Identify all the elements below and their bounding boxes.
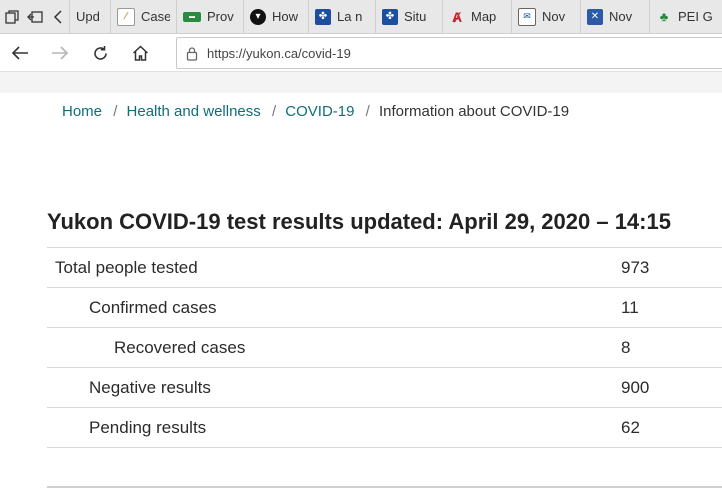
page-title: Yukon COVID-19 test results updated: Apr… <box>47 209 671 234</box>
set-tabs-aside-icon[interactable] <box>23 0 46 33</box>
tab-actions-icon[interactable] <box>0 0 23 33</box>
row-label: Pending results <box>47 407 621 448</box>
breadcrumb-link-covid-19[interactable]: COVID-19 <box>285 103 354 120</box>
tab-title: Prov <box>207 9 234 24</box>
browser-tab[interactable]: ⁄ Case <box>110 0 176 33</box>
row-value: 900 <box>621 367 722 408</box>
green-banner-icon: ▬ <box>183 11 201 22</box>
lock-icon[interactable] <box>177 46 207 61</box>
row-value: 973 <box>621 247 722 288</box>
tab-title: How <box>272 9 299 24</box>
ontario-trillium-icon: ▾ <box>250 8 266 25</box>
quebec-fleur-de-lis-icon: ✤ <box>382 8 398 25</box>
forward-arrow-icon[interactable] <box>46 40 74 66</box>
document-icon: ⁄ <box>117 7 135 26</box>
browser-tab[interactable]: Upd <box>69 0 110 33</box>
row-label: Negative results <box>47 367 621 408</box>
browser-tab[interactable]: Ⱥ Map <box>442 0 511 33</box>
tab-title: Nov <box>609 9 633 24</box>
address-bar[interactable]: https://yukon.ca/covid-19 <box>176 37 722 69</box>
back-arrow-icon[interactable] <box>6 40 34 66</box>
tab-title: Upd <box>76 9 100 24</box>
browser-tab[interactable]: ✤ Situ <box>375 0 442 33</box>
scroll-tabs-left-icon[interactable] <box>46 0 69 33</box>
tab-title: Nov <box>542 9 566 24</box>
row-label: Confirmed cases <box>47 287 621 328</box>
section-divider <box>47 486 722 488</box>
row-value: 11 <box>621 287 722 328</box>
tab-title: La n <box>337 9 363 24</box>
row-value: 8 <box>621 327 722 368</box>
browser-tab[interactable]: ✉ Nov <box>511 0 580 33</box>
quebec-fleur-de-lis-icon: ✤ <box>315 8 331 25</box>
row-label: Total people tested <box>47 247 621 288</box>
pei-tree-icon: ♣ <box>659 9 669 24</box>
breadcrumb-current: Information about COVID-19 <box>379 103 570 120</box>
browser-tab[interactable]: ▾ How <box>243 0 308 33</box>
red-a-icon: Ⱥ <box>451 8 463 25</box>
breadcrumb-separator: / <box>271 103 277 120</box>
row-label: Recovered cases <box>47 327 621 368</box>
test-results-table: Total people tested 973 Confirmed cases … <box>47 247 722 448</box>
table-row: Total people tested 973 <box>47 247 722 288</box>
nova-scotia-flag-icon: ✕ <box>587 8 603 25</box>
tab-title: PEI G <box>678 9 713 24</box>
site-header-band <box>0 72 722 93</box>
table-row: Confirmed cases 11 <box>47 287 722 328</box>
envelope-icon: ✉ <box>518 7 536 26</box>
breadcrumb-link-home[interactable]: Home <box>62 103 102 120</box>
table-row: Recovered cases 8 <box>47 327 722 368</box>
browser-tab[interactable]: ✤ La n <box>308 0 375 33</box>
breadcrumb: Home / Health and wellness / COVID-19 / … <box>62 103 569 120</box>
navigation-bar: https://yukon.ca/covid-19 <box>0 34 722 72</box>
tab-strip: Upd ⁄ Case ▬ Prov ▾ How ✤ La n ✤ Situ Ⱥ … <box>0 0 722 34</box>
breadcrumb-separator: / <box>365 103 370 120</box>
tab-title: Map <box>471 9 497 24</box>
home-icon[interactable] <box>126 40 154 66</box>
table-row: Pending results 62 <box>47 407 722 448</box>
table-row: Negative results 900 <box>47 367 722 408</box>
browser-tab[interactable]: ✕ Nov <box>580 0 649 33</box>
breadcrumb-separator: / <box>113 103 118 120</box>
row-value: 62 <box>621 407 722 448</box>
tab-title: Situ <box>404 9 427 24</box>
tab-title: Case <box>141 9 170 24</box>
breadcrumb-link-health-and-wellness[interactable]: Health and wellness <box>127 103 261 120</box>
url-text: https://yukon.ca/covid-19 <box>207 45 351 61</box>
browser-tab[interactable]: ▬ Prov <box>176 0 243 33</box>
refresh-icon[interactable] <box>86 40 114 66</box>
browser-tab[interactable]: ♣ PEI G <box>649 0 722 33</box>
